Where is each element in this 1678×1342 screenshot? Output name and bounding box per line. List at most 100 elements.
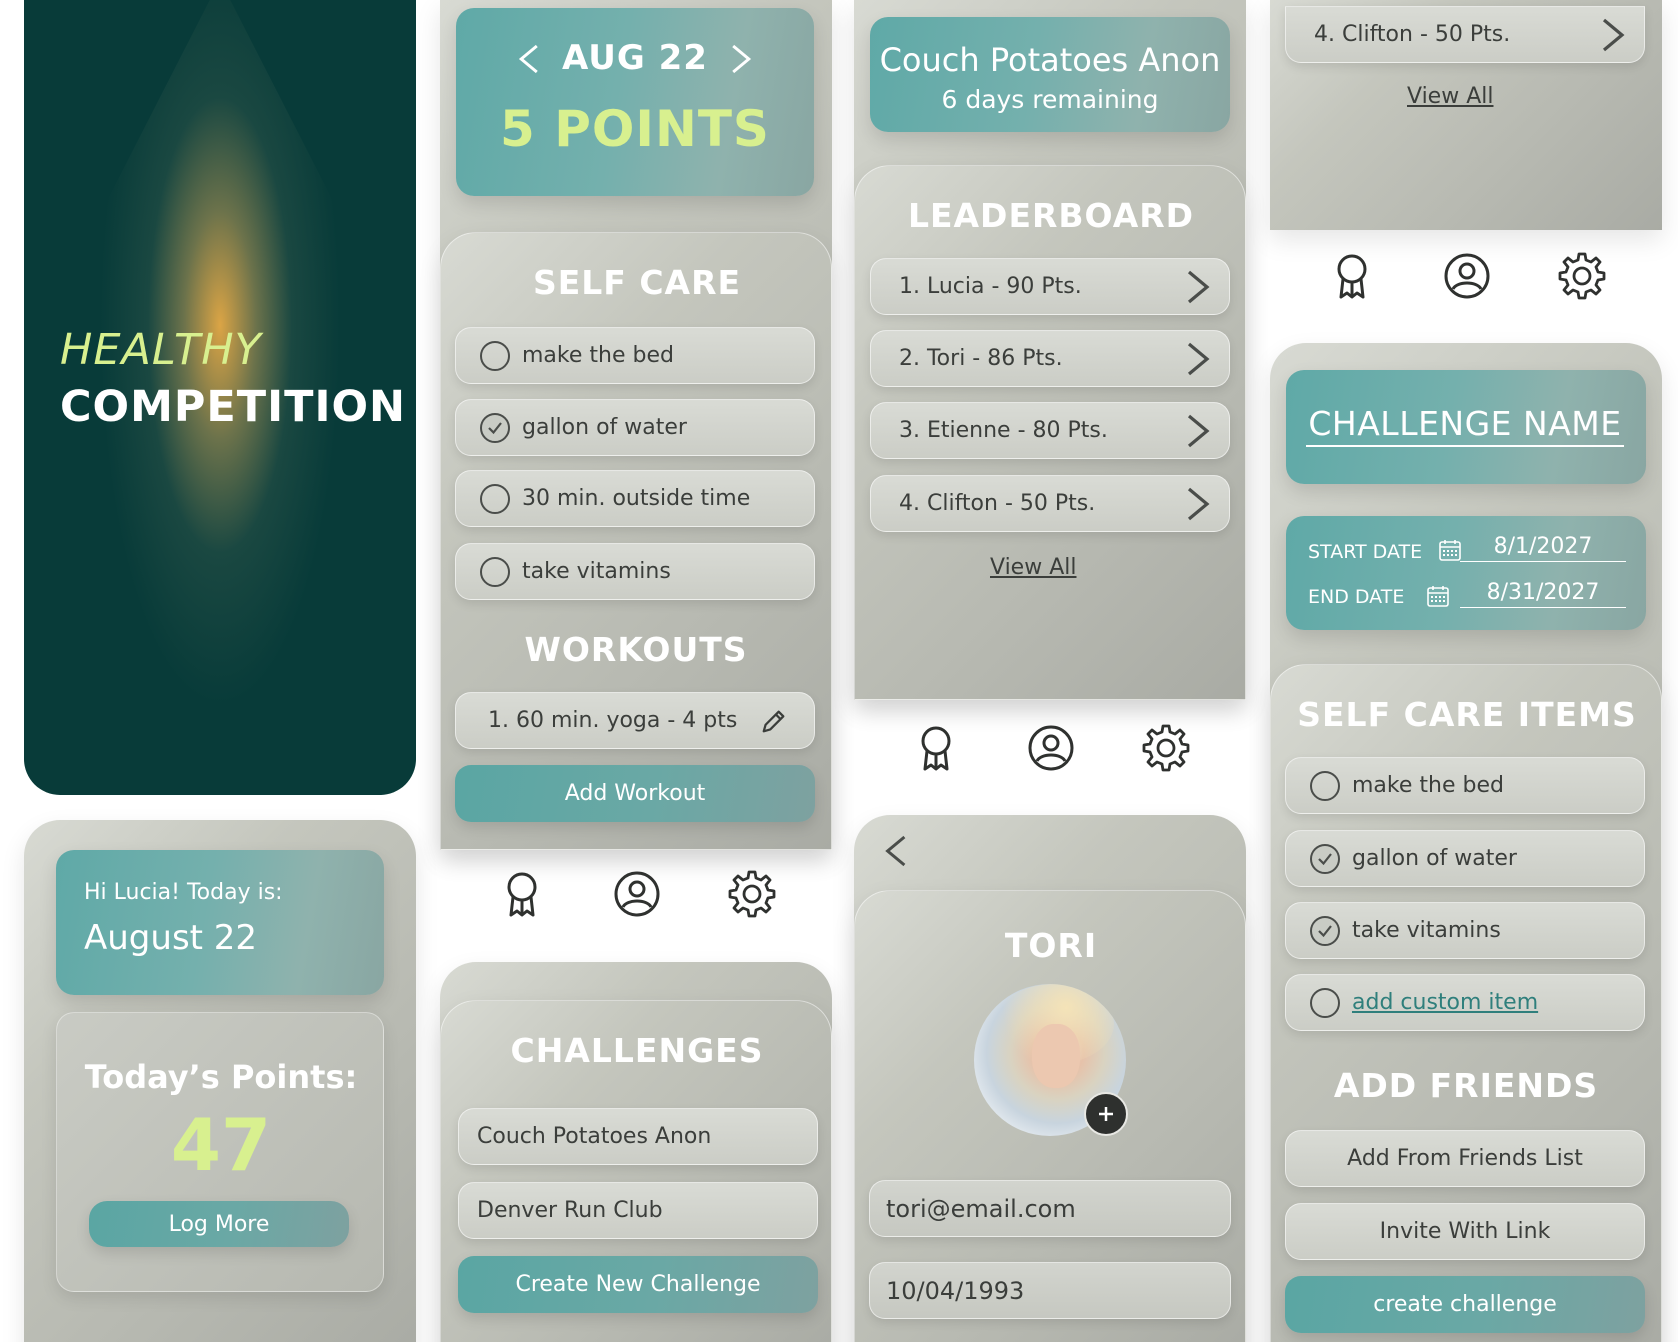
log-more-button[interactable]: Log More <box>89 1201 349 1247</box>
leader-label: 4. Clifton - 50 Pts. <box>1314 22 1511 47</box>
self-care-item[interactable]: take vitamins <box>455 543 815 600</box>
daily-points: 5 POINTS <box>500 100 770 158</box>
plus-icon <box>1099 1107 1113 1121</box>
challenge-item[interactable]: Couch Potatoes Anon <box>458 1108 818 1165</box>
check-icon <box>1316 922 1334 940</box>
add-custom-item[interactable]: add custom item <box>1285 974 1645 1031</box>
calendar-icon[interactable] <box>1438 538 1462 562</box>
create-new-challenge-button[interactable]: Create New Challenge <box>458 1256 818 1313</box>
dob-field[interactable]: 10/04/1993 <box>869 1262 1231 1319</box>
self-care-item[interactable]: take vitamins <box>1285 902 1645 959</box>
end-date-field[interactable]: 8/31/2027 <box>1460 580 1626 608</box>
chevron-right-icon <box>1183 486 1213 522</box>
leaderboard-row[interactable]: 4. Clifton - 50 Pts. <box>1285 6 1645 63</box>
greeting-text: Hi Lucia! Today is: <box>84 880 283 905</box>
chevron-left-icon[interactable] <box>882 833 910 869</box>
leader-label: 1. Lucia - 90 Pts. <box>899 274 1082 299</box>
splash-title-line1: HEALTHY <box>60 325 262 375</box>
checkbox[interactable] <box>480 340 510 371</box>
points-value: 47 <box>170 1103 272 1187</box>
workout-label: 1. 60 min. yoga - 4 pts <box>488 708 738 733</box>
leaderboard-row[interactable]: 1. Lucia - 90 Pts. <box>870 258 1230 315</box>
email-value: tori@email.com <box>886 1194 1076 1223</box>
self-care-item-label: make the bed <box>522 343 674 368</box>
check-icon <box>486 419 504 437</box>
self-care-item-label: take vitamins <box>1352 918 1501 943</box>
checkbox[interactable] <box>480 556 510 587</box>
challenge-name: Couch Potatoes Anon <box>879 41 1221 79</box>
leaderboard-row[interactable]: 3. Etienne - 80 Pts. <box>870 402 1230 459</box>
checkbox[interactable] <box>1310 987 1340 1018</box>
leaderboard-title: LEADERBOARD <box>907 196 1195 235</box>
points-card: Today’s Points: 47 Log More <box>56 1012 384 1292</box>
self-care-items-title: SELF CARE ITEMS <box>1297 695 1637 734</box>
award-icon[interactable] <box>497 869 547 919</box>
leaderboard-row[interactable]: 2. Tori - 86 Pts. <box>870 330 1230 387</box>
splash-screen: HEALTHY COMPETITION <box>24 0 416 795</box>
add-from-friends-list-button[interactable]: Add From Friends List <box>1285 1130 1645 1187</box>
challenges-title: CHALLENGES <box>510 1031 764 1070</box>
add-friends-title: ADD FRIENDS <box>1333 1066 1599 1105</box>
gear-icon[interactable] <box>1557 251 1607 301</box>
daily-date: AUG 22 <box>562 38 708 78</box>
challenge-header-card: Couch Potatoes Anon 6 days remaining <box>870 17 1230 132</box>
email-field[interactable]: tori@email.com <box>869 1180 1231 1237</box>
end-date-label: END DATE <box>1308 586 1405 608</box>
dob-value: 10/04/1993 <box>886 1276 1025 1305</box>
workouts-title: WORKOUTS <box>524 630 748 669</box>
create-challenge-button[interactable]: create challenge <box>1285 1276 1645 1333</box>
pencil-icon[interactable] <box>760 707 788 735</box>
days-remaining: 6 days remaining <box>941 85 1159 114</box>
dates-card: START DATE 8/1/2027 END DATE 8/31/2027 <box>1286 516 1646 630</box>
award-icon[interactable] <box>911 723 961 773</box>
bottom-nav <box>1327 250 1607 302</box>
add-custom-item-link[interactable]: add custom item <box>1352 990 1538 1015</box>
challenge-item[interactable]: Denver Run Club <box>458 1182 818 1239</box>
self-care-item[interactable]: gallon of water <box>1285 830 1645 887</box>
self-care-item[interactable]: make the bed <box>1285 757 1645 814</box>
profile-icon[interactable] <box>1442 251 1492 301</box>
self-care-item-label: gallon of water <box>522 415 687 440</box>
checkbox[interactable] <box>480 483 510 514</box>
leader-label: 2. Tori - 86 Pts. <box>899 346 1063 371</box>
workout-item[interactable]: 1. 60 min. yoga - 4 pts <box>455 692 815 749</box>
add-workout-button[interactable]: Add Workout <box>455 765 815 822</box>
chevron-right-icon <box>1183 269 1213 305</box>
gear-icon[interactable] <box>727 869 777 919</box>
leader-label: 3. Etienne - 80 Pts. <box>899 418 1108 443</box>
award-icon[interactable] <box>1327 251 1377 301</box>
leader-label: 4. Clifton - 50 Pts. <box>899 491 1096 516</box>
self-care-item[interactable]: make the bed <box>455 327 815 384</box>
checkbox-checked[interactable] <box>1310 843 1340 874</box>
home-date: August 22 <box>84 918 258 958</box>
self-care-panel: SELF CARE <box>440 232 832 850</box>
self-care-title: SELF CARE <box>532 263 742 302</box>
check-icon <box>1316 850 1334 868</box>
self-care-item[interactable]: gallon of water <box>455 399 815 456</box>
self-care-item-label: make the bed <box>1352 773 1504 798</box>
challenge-name-input[interactable]: CHALLENGE NAME <box>1306 404 1624 447</box>
home-screen: Hi Lucia! Today is: August 22 Today’s Po… <box>24 820 416 1342</box>
calendar-icon[interactable] <box>1426 584 1450 608</box>
invite-with-link-button[interactable]: Invite With Link <box>1285 1203 1645 1260</box>
chevron-right-icon <box>1183 413 1213 449</box>
leaderboard-row[interactable]: 4. Clifton - 50 Pts. <box>870 475 1230 532</box>
profile-icon[interactable] <box>612 869 662 919</box>
chevron-right-icon[interactable] <box>728 42 754 76</box>
view-all-link[interactable]: View All <box>1407 84 1493 109</box>
self-care-item[interactable]: 30 min. outside time <box>455 470 815 527</box>
self-care-item-label: gallon of water <box>1352 846 1517 871</box>
daily-header-card: AUG 22 5 POINTS <box>456 8 814 196</box>
checkbox[interactable] <box>1310 770 1340 801</box>
splash-title-line2: COMPETITION <box>60 382 406 432</box>
add-photo-button[interactable] <box>1084 1092 1128 1136</box>
view-all-link[interactable]: View All <box>990 555 1076 580</box>
checkbox-checked[interactable] <box>480 412 510 443</box>
challenge-name-card[interactable]: CHALLENGE NAME <box>1286 370 1646 484</box>
profile-icon[interactable] <box>1026 723 1076 773</box>
gear-icon[interactable] <box>1141 723 1191 773</box>
greeting-card: Hi Lucia! Today is: August 22 <box>56 850 384 995</box>
checkbox-checked[interactable] <box>1310 915 1340 946</box>
start-date-field[interactable]: 8/1/2027 <box>1460 534 1626 562</box>
chevron-right-icon <box>1183 341 1213 377</box>
